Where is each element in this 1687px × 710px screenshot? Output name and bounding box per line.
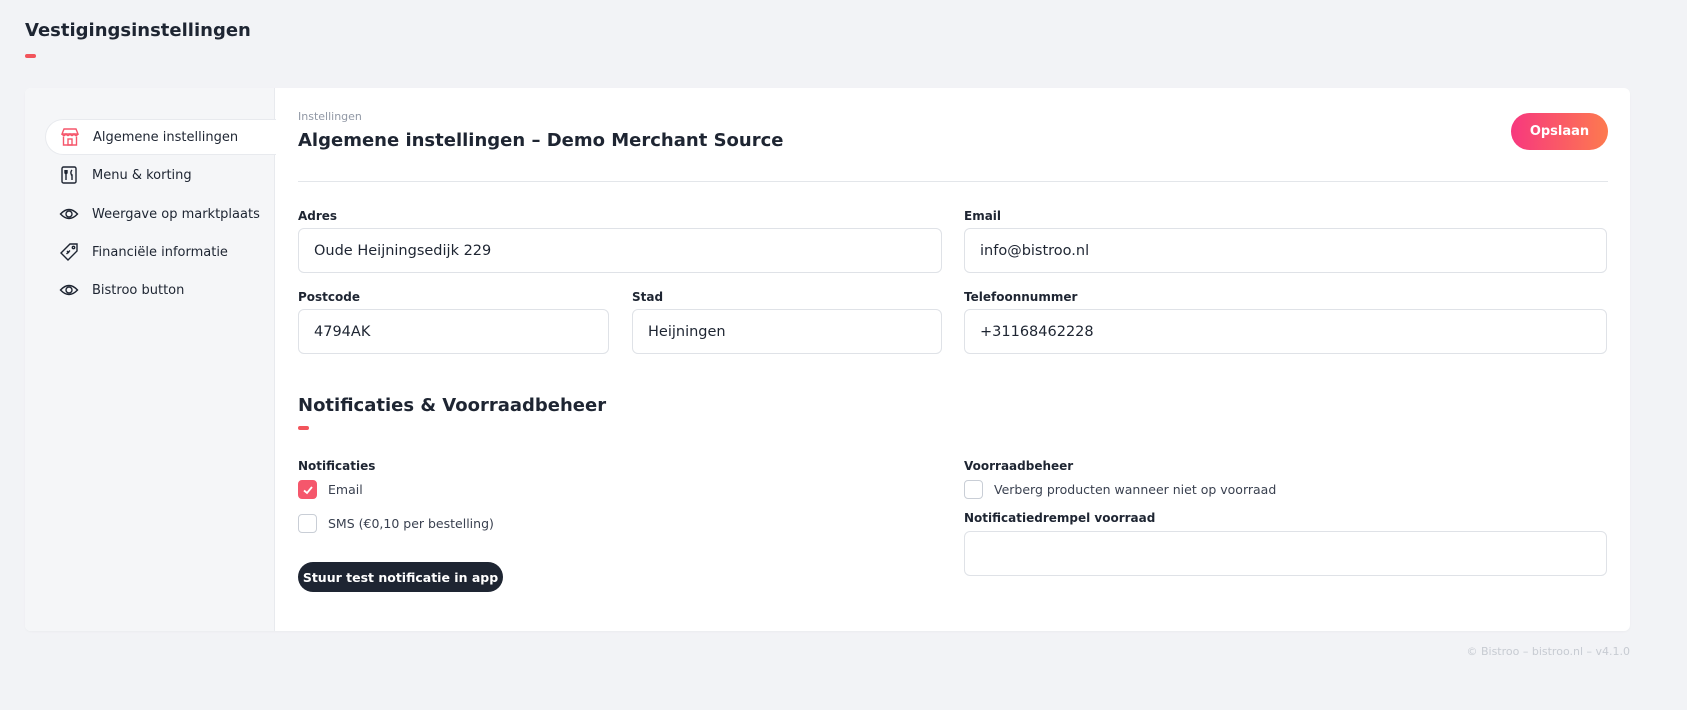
hide-products-label: Verberg producten wanneer niet op voorra…	[994, 482, 1277, 497]
postcode-label: Postcode	[298, 290, 361, 304]
hide-products-checkbox[interactable]	[964, 480, 983, 499]
page-title: Vestigingsinstellingen	[25, 20, 251, 41]
email-notification-label: Email	[328, 482, 363, 497]
inventory-label: Voorraadbeheer	[964, 459, 1074, 473]
city-field[interactable]	[632, 309, 942, 354]
eye-icon	[58, 279, 80, 301]
postcode-field[interactable]	[298, 309, 609, 354]
sms-notification-option[interactable]: SMS (€0,10 per bestelling)	[298, 514, 494, 533]
page-title-accent	[25, 54, 36, 58]
sidebar-item-weergave-op-marktplaats[interactable]: Weergave op marktplaats	[45, 196, 276, 232]
store-icon	[59, 126, 81, 148]
sidebar-item-bistroo-button[interactable]: Bistroo button	[45, 272, 276, 308]
sms-notification-checkbox[interactable]	[298, 514, 317, 533]
footer-text: © Bistroo – bistroo.nl – v4.1.0	[1466, 645, 1630, 658]
sidebar-item-label: Weergave op marktplaats	[92, 206, 260, 222]
header-divider	[298, 181, 1608, 182]
threshold-label: Notificatiedrempel voorraad	[964, 511, 1156, 525]
city-label: Stad	[632, 290, 664, 304]
phone-label: Telefoonnummer	[964, 290, 1078, 304]
address-label: Adres	[298, 209, 338, 223]
notifications-label: Notificaties	[298, 459, 376, 473]
notifications-section-title: Notificaties & Voorraadbeheer	[298, 395, 607, 416]
price-tag-icon	[58, 241, 80, 263]
sidebar-item-label: Algemene instellingen	[93, 129, 239, 145]
sidebar-item-label: Bistroo button	[92, 282, 185, 298]
section-title: Algemene instellingen – Demo Merchant So…	[298, 130, 784, 151]
phone-field[interactable]	[964, 309, 1607, 354]
breadcrumb[interactable]: Instellingen	[298, 110, 362, 123]
eye-icon	[58, 203, 80, 225]
settings-card: Algemene instellingen Menu & korting Wee…	[25, 88, 1630, 631]
sidebar-item-label: Menu & korting	[92, 167, 192, 183]
email-label: Email	[964, 209, 1002, 223]
settings-sidebar: Algemene instellingen Menu & korting Wee…	[25, 88, 276, 631]
sms-notification-label: SMS (€0,10 per bestelling)	[328, 516, 494, 531]
sidebar-item-label: Financiële informatie	[92, 244, 228, 260]
sidebar-item-financiele-informatie[interactable]: Financiële informatie	[45, 234, 276, 270]
email-notification-option[interactable]: Email	[298, 480, 363, 499]
email-notification-checkbox[interactable]	[298, 480, 317, 499]
sidebar-item-menu-korting[interactable]: Menu & korting	[45, 157, 276, 193]
sidebar-item-algemene-instellingen[interactable]: Algemene instellingen	[45, 119, 276, 155]
save-button[interactable]: Opslaan	[1511, 113, 1608, 150]
threshold-field[interactable]	[964, 531, 1607, 576]
checkmark-icon	[302, 485, 313, 494]
notifications-section-accent	[298, 426, 309, 430]
hide-products-option[interactable]: Verberg producten wanneer niet op voorra…	[964, 480, 1276, 499]
email-field[interactable]	[964, 228, 1607, 273]
menu-cutlery-icon	[58, 164, 80, 186]
address-field[interactable]	[298, 228, 942, 273]
send-test-notification-button[interactable]: Stuur test notificatie in app	[298, 562, 503, 592]
